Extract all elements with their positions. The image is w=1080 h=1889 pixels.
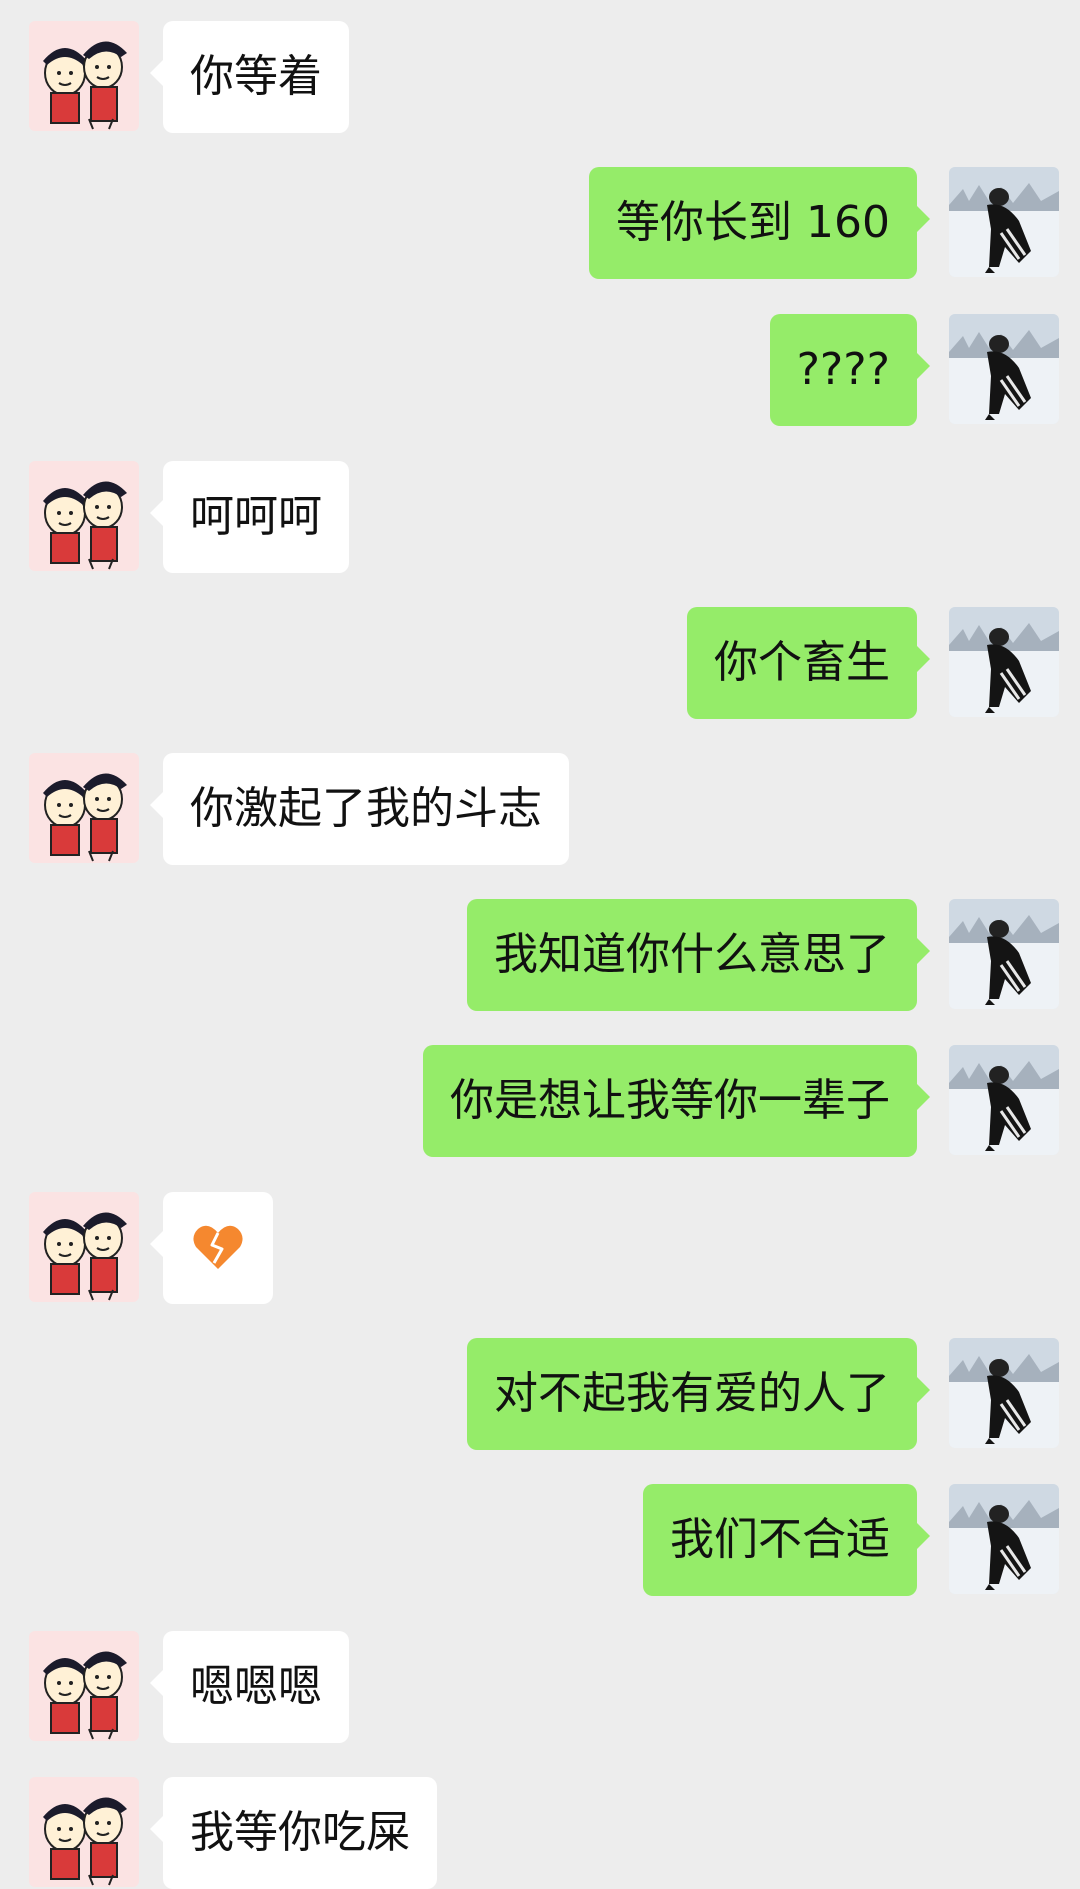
my-avatar[interactable] — [949, 1484, 1059, 1594]
message-text: 等你长到 160 — [616, 197, 890, 248]
message-text: 你激起了我的斗志 — [190, 783, 542, 834]
contact-avatar[interactable] — [29, 753, 139, 863]
bubble-tail — [916, 352, 930, 380]
message-row-right: 对不起我有爱的人了 — [0, 1338, 1080, 1450]
message-text: 你个畜生 — [714, 637, 890, 688]
message-bubble[interactable]: 你是想让我等你一辈子 — [423, 1045, 930, 1157]
message-text: 对不起我有爱的人了 — [494, 1368, 890, 1419]
message-bubble[interactable]: 我们不合适 — [643, 1484, 930, 1596]
message-row-left: 我等你吃屎 — [0, 1777, 1080, 1889]
message-row-right: ???? — [0, 314, 1080, 426]
contact-avatar[interactable] — [29, 1192, 139, 1302]
contact-avatar[interactable] — [29, 461, 139, 571]
contact-avatar[interactable] — [29, 1631, 139, 1741]
contact-avatar[interactable] — [29, 1777, 139, 1887]
bubble-tail — [916, 937, 930, 965]
my-avatar[interactable] — [949, 314, 1059, 424]
message-text: 呵呵呵 — [190, 491, 322, 542]
message-bubble[interactable]: 对不起我有爱的人了 — [467, 1338, 930, 1450]
bubble-tail — [150, 499, 164, 527]
message-row-right: 你个畜生 — [0, 607, 1080, 719]
message-bubble[interactable]: 你激起了我的斗志 — [150, 753, 569, 865]
message-bubble[interactable]: 你等着 — [150, 21, 349, 133]
message-row-left: 嗯嗯嗯 — [0, 1631, 1080, 1743]
bubble-tail — [916, 205, 930, 233]
message-row-right: 我知道你什么意思了 — [0, 899, 1080, 1011]
message-text: 我等你吃屎 — [190, 1807, 410, 1858]
my-avatar[interactable] — [949, 1338, 1059, 1448]
bubble-tail — [916, 1522, 930, 1550]
my-avatar[interactable] — [949, 1045, 1059, 1155]
message-row-right: 等你长到 160 — [0, 167, 1080, 279]
bubble-tail — [150, 1815, 164, 1843]
bubble-tail — [916, 1376, 930, 1404]
bubble-tail — [916, 645, 930, 673]
message-bubble[interactable] — [150, 1192, 273, 1304]
message-bubble[interactable]: ???? — [769, 314, 930, 426]
message-bubble[interactable]: 我等你吃屎 — [150, 1777, 437, 1889]
message-row-right: 我们不合适 — [0, 1484, 1080, 1596]
bubble-tail — [150, 791, 164, 819]
bubble-tail — [916, 1083, 930, 1111]
message-row-left: 呵呵呵 — [0, 461, 1080, 573]
bubble-tail — [150, 1669, 164, 1697]
message-bubble[interactable]: 你个畜生 — [687, 607, 930, 719]
message-text: 你等着 — [190, 51, 322, 102]
bubble-tail — [150, 59, 164, 87]
message-text: 你是想让我等你一辈子 — [450, 1075, 890, 1126]
message-row-left — [0, 1192, 1080, 1304]
message-bubble[interactable]: 我知道你什么意思了 — [467, 899, 930, 1011]
broken-heart-icon — [190, 1192, 246, 1304]
message-bubble[interactable]: 呵呵呵 — [150, 461, 349, 573]
message-text: 嗯嗯嗯 — [190, 1661, 322, 1712]
message-bubble[interactable]: 嗯嗯嗯 — [150, 1631, 349, 1743]
message-bubble[interactable]: 等你长到 160 — [589, 167, 930, 279]
message-text: 我知道你什么意思了 — [494, 929, 890, 980]
contact-avatar[interactable] — [29, 21, 139, 131]
message-text: 我们不合适 — [670, 1514, 890, 1565]
my-avatar[interactable] — [949, 607, 1059, 717]
message-row-left: 你激起了我的斗志 — [0, 753, 1080, 865]
message-text: ???? — [796, 344, 890, 395]
my-avatar[interactable] — [949, 167, 1059, 277]
message-row-left: 你等着 — [0, 21, 1080, 133]
my-avatar[interactable] — [949, 899, 1059, 1009]
message-row-right: 你是想让我等你一辈子 — [0, 1045, 1080, 1157]
bubble-tail — [150, 1230, 164, 1258]
